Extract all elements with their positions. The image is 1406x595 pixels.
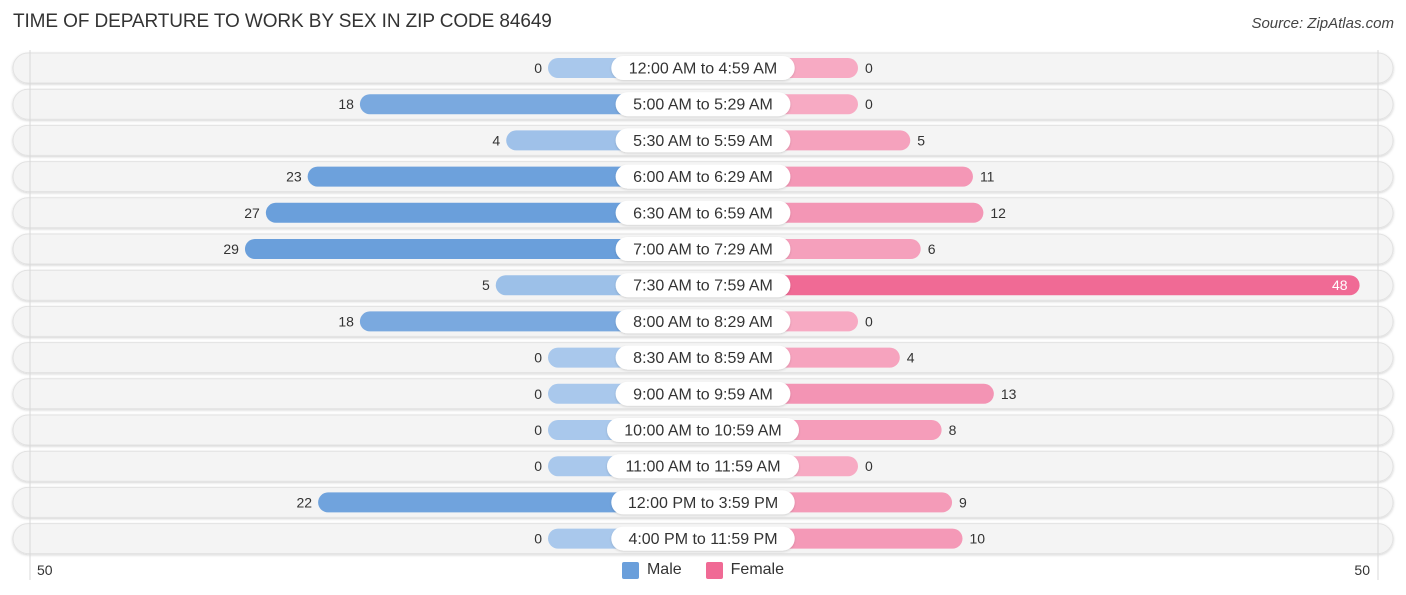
value-label-male: 0 <box>534 350 542 366</box>
value-label-female: 10 <box>970 531 986 547</box>
category-label: 12:00 AM to 4:59 AM <box>629 61 778 78</box>
value-label-female: 0 <box>865 313 873 329</box>
category-label: 5:00 AM to 5:29 AM <box>633 97 773 114</box>
value-label-male: 5 <box>482 277 490 293</box>
legend-swatch-male <box>621 561 639 579</box>
chart: 0 0 12:00 AM to 4:59 AM 18 0 5:00 AM to 5:29 … <box>12 50 1394 580</box>
category-label: 11:00 AM to 11:59 AM <box>625 459 780 476</box>
legend-item-male: Male <box>621 561 682 579</box>
value-label-male: 27 <box>244 205 260 221</box>
category-label: 4:00 PM to 11:59 PM <box>628 531 777 548</box>
value-label-male: 4 <box>492 132 500 148</box>
category-label: 7:00 AM to 7:29 AM <box>633 242 773 259</box>
legend: Male Female <box>0 561 1406 579</box>
value-label-female: 5 <box>917 132 925 148</box>
legend-label-female: Female <box>730 561 785 578</box>
value-label-female: 13 <box>1001 386 1017 402</box>
value-label-male: 18 <box>338 96 354 112</box>
legend-swatch-female <box>705 561 723 579</box>
category-label: 8:00 AM to 8:29 AM <box>633 314 773 331</box>
value-label-male: 0 <box>534 458 542 474</box>
category-label: 7:30 AM to 7:59 AM <box>633 278 773 295</box>
value-label-male: 0 <box>534 386 542 402</box>
value-label-male: 0 <box>534 60 542 76</box>
value-label-male: 29 <box>223 241 239 257</box>
value-label-female: 11 <box>980 169 995 185</box>
value-label-female: 0 <box>865 96 873 112</box>
bar-female <box>703 275 1360 296</box>
category-label: 9:00 AM to 9:59 AM <box>633 386 773 403</box>
value-label-male: 0 <box>534 422 542 438</box>
value-label-female: 8 <box>949 422 957 438</box>
category-label: 10:00 AM to 10:59 AM <box>624 423 781 440</box>
category-label: 8:30 AM to 8:59 AM <box>633 350 773 367</box>
legend-label-male: Male <box>646 561 682 578</box>
value-label-male: 18 <box>338 313 354 329</box>
value-label-male: 0 <box>534 531 542 547</box>
value-label-female: 0 <box>865 458 873 474</box>
value-label-female: 9 <box>959 494 967 510</box>
value-label-female: 48 <box>1332 277 1348 293</box>
value-label-male: 23 <box>286 169 302 185</box>
value-label-female: 6 <box>928 241 936 257</box>
value-label-female: 0 <box>865 60 873 76</box>
category-label: 6:00 AM to 6:29 AM <box>633 169 773 186</box>
legend-item-female: Female <box>705 561 785 579</box>
value-label-female: 12 <box>990 205 1006 221</box>
value-label-female: 4 <box>907 350 915 366</box>
category-label: 6:30 AM to 6:59 AM <box>633 205 773 222</box>
value-label-male: 22 <box>297 494 313 510</box>
category-label: 12:00 PM to 3:59 PM <box>628 495 778 512</box>
category-label: 5:30 AM to 5:59 AM <box>633 133 773 150</box>
